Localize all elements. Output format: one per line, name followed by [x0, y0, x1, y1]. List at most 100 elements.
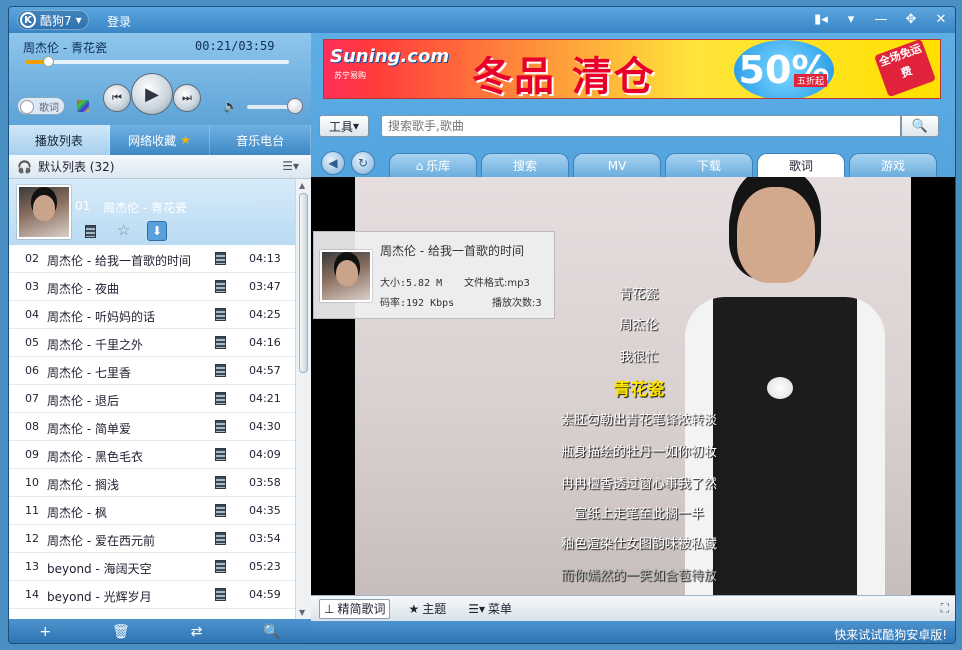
next-button[interactable]: ⏭ — [173, 84, 201, 112]
playlist-scrollbar[interactable]: ▲ ▼ — [295, 179, 311, 619]
scroll-thumb[interactable] — [299, 193, 308, 373]
track-duration: 04:21 — [249, 392, 281, 405]
tab-download[interactable]: 下载 — [665, 153, 753, 177]
lyric-toolbar: ⊥ 精简歌词 ★ 主题 ☰▾ 菜单 ⛶ — [311, 595, 955, 621]
track-name: 周杰伦 - 爱在西元前 — [47, 534, 155, 548]
mv-icon[interactable] — [215, 336, 226, 349]
previous-button[interactable]: ⏮ — [103, 84, 131, 112]
menu-icon[interactable]: ▾ — [839, 9, 863, 29]
simple-lyrics-button[interactable]: ⊥ 精简歌词 — [319, 598, 391, 619]
track-duration: 03:54 — [249, 532, 281, 545]
left-tabs: 播放列表 网络收藏 ★ 音乐电台 — [9, 125, 312, 155]
track-row[interactable]: 05 周杰伦 - 千里之外 04:16 — [9, 329, 295, 357]
track-row[interactable]: 09 周杰伦 - 黑色毛衣 04:09 — [9, 441, 295, 469]
android-promo-link[interactable]: 快来试试酷狗安卓版! — [834, 626, 947, 643]
kugou-window: K 酷狗7 ▾ 登录 ▮◂ ▾ — ✥ ✕ 周杰伦 - 青花瓷 00:21/03… — [8, 6, 956, 644]
track-duration: 04:59 — [249, 588, 281, 601]
mv-icon[interactable] — [215, 392, 226, 405]
lyric-line: 周杰伦 — [619, 318, 659, 333]
track-name: 周杰伦 - 夜曲 — [47, 282, 119, 296]
move-icon[interactable]: ✥ — [899, 9, 923, 29]
theme-button[interactable]: ★ 主题 — [404, 599, 450, 619]
track-row[interactable]: 08 周杰伦 - 简单爱 04:30 — [9, 413, 295, 441]
track-duration: 05:23 — [249, 560, 281, 573]
list-menu-icon[interactable]: ☰▾ — [282, 159, 299, 173]
search-input[interactable] — [381, 115, 901, 137]
track-duration: 04:25 — [249, 308, 281, 321]
scroll-down-icon[interactable]: ▼ — [299, 608, 305, 617]
volume-icon[interactable]: 🔈 — [223, 99, 238, 113]
app-name: 酷狗7 — [40, 13, 72, 28]
mv-icon[interactable] — [215, 308, 226, 321]
delete-icon[interactable]: 🗑 — [112, 624, 130, 640]
track-row[interactable]: 11 周杰伦 - 枫 04:35 — [9, 497, 295, 525]
favorite-star-icon[interactable]: ☆ — [117, 221, 130, 239]
current-track[interactable]: 01 周杰伦 - 青花瓷 03:59 ☆ ⬇ — [9, 179, 295, 245]
track-row[interactable]: 10 周杰伦 - 搁浅 03:58 — [9, 469, 295, 497]
track-number: 14 — [25, 588, 39, 601]
tab-mv[interactable]: MV — [573, 153, 661, 177]
download-icon[interactable]: ⬇ — [147, 221, 167, 241]
mv-icon[interactable] — [215, 280, 226, 293]
play-button[interactable]: ▶ — [131, 73, 173, 115]
tab-lyrics[interactable]: 歌词 — [757, 153, 845, 177]
track-row[interactable]: 14 beyond - 光辉岁月 04:59 — [9, 581, 295, 609]
mv-icon[interactable] — [215, 476, 226, 489]
track-row[interactable]: 03 周杰伦 - 夜曲 03:47 — [9, 273, 295, 301]
mv-icon[interactable] — [215, 504, 226, 517]
mv-icon[interactable] — [215, 560, 226, 573]
app-menu-button[interactable]: K 酷狗7 ▾ — [17, 10, 89, 30]
mv-icon[interactable] — [215, 252, 226, 265]
tab-label: 乐库 — [426, 159, 451, 173]
scroll-up-icon[interactable]: ▲ — [299, 181, 305, 190]
track-row[interactable]: 06 周杰伦 - 七里香 04:57 — [9, 357, 295, 385]
desktop-lyric-toggle[interactable]: 歌词 — [17, 97, 65, 115]
mv-icon[interactable] — [215, 420, 226, 433]
star-icon: ★ — [180, 133, 191, 147]
progress-bar[interactable] — [25, 56, 289, 67]
mv-icon[interactable] — [215, 532, 226, 545]
mv-icon[interactable] — [215, 588, 226, 601]
tab-playlist[interactable]: 播放列表 — [9, 125, 110, 155]
tools-button[interactable]: 工具 ▾ — [319, 115, 369, 137]
track-row[interactable]: 04 周杰伦 - 听妈妈的话 04:25 — [9, 301, 295, 329]
simple-lyrics-label: 精简歌词 — [337, 602, 386, 616]
search-icon[interactable]: 🔍 — [263, 624, 280, 640]
track-row[interactable]: 02 周杰伦 - 给我一首歌的时间 04:13 — [9, 245, 295, 273]
mini-mode-icon[interactable]: ▮◂ — [809, 9, 833, 29]
mv-icon[interactable] — [215, 448, 226, 461]
tab-library[interactable]: ⌂ 乐库 — [389, 153, 477, 177]
ad-banner[interactable]: Suning.com 苏宁易购 冬品 清仓 50% 五折起 全场免运费 — [323, 39, 941, 99]
play-mode-icon[interactable]: ⇄ — [191, 624, 203, 640]
track-row[interactable]: 07 周杰伦 - 退后 04:21 — [9, 385, 295, 413]
tab-net-favorites[interactable]: 网络收藏 ★ — [110, 125, 211, 155]
login-link[interactable]: 登录 — [107, 13, 131, 30]
chevron-down-icon: ▾ — [75, 13, 82, 27]
progress-handle[interactable] — [43, 56, 55, 67]
close-icon[interactable]: ✕ — [929, 9, 953, 29]
mv-icon[interactable] — [85, 225, 96, 238]
tab-label: 网络收藏 — [128, 133, 177, 148]
lyric-line: 釉色渲染仕女图韵味被私藏 — [560, 537, 717, 552]
tab-search[interactable]: 搜索 — [481, 153, 569, 177]
fullscreen-icon[interactable]: ⛶ — [941, 601, 949, 616]
playlist-header[interactable]: 🎧 默认列表 (32) ☰▾ — [9, 155, 311, 179]
track-number: 02 — [25, 252, 39, 265]
back-button[interactable]: ◀ — [321, 151, 345, 175]
skin-icon[interactable] — [77, 100, 89, 112]
add-icon[interactable]: + — [39, 624, 51, 640]
track-row[interactable]: 13 beyond - 海阔天空 05:23 — [9, 553, 295, 581]
track-row[interactable]: 12 周杰伦 - 爱在西元前 03:54 — [9, 525, 295, 553]
tab-games[interactable]: 游戏 — [849, 153, 937, 177]
menu-list-icon: ☰▾ — [468, 601, 486, 616]
search-button[interactable]: 🔍 — [901, 115, 939, 137]
minimize-icon[interactable]: — — [869, 9, 893, 29]
menu-button[interactable]: ☰▾ 菜单 — [464, 599, 516, 619]
mv-icon[interactable] — [215, 364, 226, 377]
track-name: 周杰伦 - 听妈妈的话 — [47, 310, 155, 324]
tab-radio[interactable]: 音乐电台 — [210, 125, 312, 155]
lyric-line: 青花瓷 — [619, 287, 659, 302]
track-name: 周杰伦 - 搁浅 — [47, 478, 119, 492]
refresh-button[interactable]: ↻ — [351, 151, 375, 175]
volume-handle[interactable] — [287, 98, 303, 114]
